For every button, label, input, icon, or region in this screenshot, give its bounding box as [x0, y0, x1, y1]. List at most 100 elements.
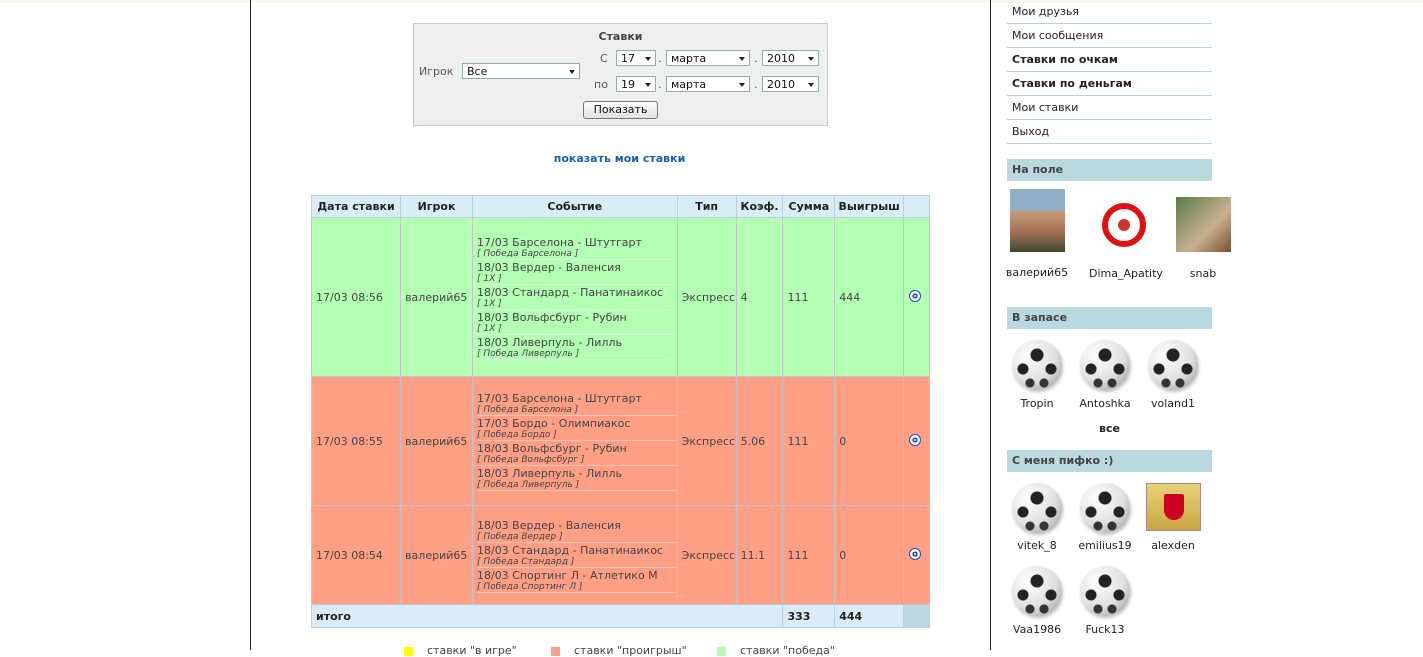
event-outcome: [ Победа Стандард ] — [476, 556, 575, 567]
event-outcome: [ Победа Барселона ] — [476, 405, 579, 415]
username[interactable]: Tropin — [1002, 397, 1072, 410]
from-month-select[interactable]: марта — [666, 50, 750, 66]
bets-filter-panel: Ставки Игрок Все С 17 . марта . 2010 по … — [413, 23, 828, 126]
from-year-select[interactable]: 2010 — [762, 50, 819, 66]
list-item: 18/03 Вольфсбург - Рубин[ 1X ] — [476, 310, 677, 335]
to-label: по — [594, 78, 608, 91]
sidebar-item-money-bets[interactable]: Ставки по деньгам — [1007, 72, 1212, 96]
sidebar-item-points-bets[interactable]: Ставки по очкам — [1007, 48, 1212, 72]
bets-table: Дата ставки Игрок Событие Тип Коэф. Сумм… — [310, 195, 930, 628]
filter-title: Ставки — [598, 30, 643, 43]
table-row: 17/03 08:54 валерий65 18/03 Вердер - Вален… — [310, 505, 930, 605]
bet-sum: 111 — [782, 217, 836, 377]
list-item: 18/03 Ливерпуль - Лилль[ Победа Ливерпул… — [476, 466, 677, 491]
list-item: 17/03 Барселона - Штутгарт[ Победа Барсе… — [476, 391, 677, 416]
avatar[interactable]: валерий65 — [1002, 189, 1072, 279]
legend-item: ставки "в игре" — [404, 644, 517, 657]
bet-win: 444 — [834, 217, 905, 377]
event-name: 17/03 Барселона - Штутгарт — [476, 392, 642, 405]
chevron-down-icon — [645, 83, 651, 87]
event-name: 18/03 Вольфсбург - Рубин — [476, 310, 627, 324]
from-day-select[interactable]: 17 — [616, 50, 656, 66]
list-item: 18/03 Спортинг Л - Атлетико М[ Победа Сп… — [476, 568, 677, 593]
chevron-down-icon — [808, 57, 814, 61]
column-header: Тип — [676, 195, 737, 218]
right-column-border — [990, 0, 991, 650]
to-month-select[interactable]: марта — [666, 76, 750, 92]
event-outcome: [ Победа Ливерпуль ] — [476, 348, 580, 359]
total-blank — [903, 604, 930, 628]
user-photo — [1009, 189, 1065, 252]
soccer-ball-icon — [1012, 483, 1062, 533]
event-outcome: [ Победа Вердер ] — [476, 531, 563, 542]
list-item: 17/03 Барселона - Штутгарт[ Победа Барсе… — [476, 235, 677, 260]
list-item: 18/03 Вольфсбург - Рубин[ Победа Вольфсб… — [476, 441, 677, 466]
to-year-select[interactable]: 2010 — [762, 76, 819, 92]
bet-details-icon[interactable] — [909, 547, 922, 560]
bet-details-cell — [903, 505, 930, 605]
avatar[interactable]: Vaa1986 — [1002, 566, 1072, 636]
sidebar-item-my-bets[interactable]: Мои ставки — [1007, 96, 1212, 120]
sidebar-item-friends[interactable]: Мои друзья — [1007, 0, 1212, 24]
username[interactable]: alexden — [1138, 539, 1208, 552]
legend-item: ставки "победа" — [717, 644, 835, 657]
username[interactable]: vitek_8 — [1002, 539, 1072, 552]
avatar[interactable]: alexden — [1138, 483, 1208, 552]
soccer-ball-icon — [1012, 340, 1062, 390]
username[interactable]: валерий65 — [1002, 266, 1072, 279]
avatar[interactable]: snab — [1168, 197, 1238, 280]
total-win: 444 — [834, 604, 905, 628]
avatar[interactable]: Fuck13 — [1070, 566, 1140, 636]
event-outcome: [ Победа Ливерпуль ] — [476, 480, 580, 490]
username[interactable]: Dima_Apatity — [1089, 267, 1163, 280]
avatar[interactable]: vitek_8 — [1002, 483, 1072, 552]
show-my-bets-link[interactable]: показать мои ставки — [413, 152, 826, 165]
date-separator: . — [754, 78, 758, 91]
legend-swatch — [551, 646, 560, 656]
username[interactable]: Fuck13 — [1070, 623, 1140, 636]
event-name: 18/03 Стандард - Панатинаикос — [476, 543, 664, 557]
bet-details-icon[interactable] — [909, 433, 922, 446]
show-button[interactable]: Показать — [583, 101, 658, 119]
column-header — [903, 195, 930, 218]
sidebar-item-logout[interactable]: Выход — [1007, 120, 1212, 144]
bet-details-icon[interactable] — [909, 289, 922, 302]
user-photo — [1175, 197, 1231, 252]
column-header: Дата ставки — [310, 195, 402, 218]
event-name: 18/03 Вердер - Валенсия — [476, 518, 621, 532]
table-header-row: Дата ставки Игрок Событие Тип Коэф. Сумм… — [310, 195, 930, 218]
username[interactable]: Antoshka — [1070, 397, 1140, 410]
event-outcome: [ Победа Спортинг Л ] — [476, 581, 583, 592]
event-outcome: [ 1X ] — [476, 298, 502, 309]
section-followers: С меня пифко :) — [1007, 450, 1212, 472]
avatar[interactable]: voland1 — [1138, 340, 1208, 410]
bet-player: валерий65 — [400, 505, 473, 605]
date-separator: . — [658, 78, 662, 91]
player-select[interactable]: Все — [462, 63, 580, 79]
chevron-down-icon — [645, 57, 651, 61]
username[interactable]: Vaa1986 — [1002, 623, 1072, 636]
avatar[interactable]: Antoshka — [1070, 340, 1140, 410]
avatar[interactable]: Tropin — [1002, 340, 1072, 410]
bet-win: 0 — [834, 505, 905, 605]
bet-details-cell — [903, 376, 930, 506]
bet-date: 17/03 08:56 — [310, 217, 402, 377]
legend-swatch — [404, 646, 413, 656]
total-label: итого — [310, 604, 784, 628]
avatar[interactable]: Dima_Apatity — [1089, 197, 1163, 280]
column-header: Выигрыш — [834, 195, 905, 218]
show-all-link[interactable]: все — [1007, 422, 1212, 435]
username[interactable]: emilius19 — [1070, 539, 1140, 552]
column-header: Событие — [471, 195, 678, 218]
to-day-select[interactable]: 19 — [616, 76, 656, 92]
section-reserve: В запасе — [1007, 307, 1212, 329]
event-name: 17/03 Барселона - Штутгарт — [476, 235, 642, 249]
username[interactable]: voland1 — [1138, 397, 1208, 410]
avatar[interactable]: emilius19 — [1070, 483, 1140, 552]
username[interactable]: snab — [1168, 267, 1238, 280]
table-row: 17/03 08:55 валерий65 17/03 Барселона - Шт… — [310, 376, 930, 506]
chevron-down-icon — [739, 83, 745, 87]
event-outcome: [ Победа Барселона ] — [476, 248, 579, 259]
sidebar-item-messages[interactable]: Мои сообщения — [1007, 24, 1212, 48]
event-name: 18/03 Ливерпуль - Лилль — [476, 467, 622, 480]
